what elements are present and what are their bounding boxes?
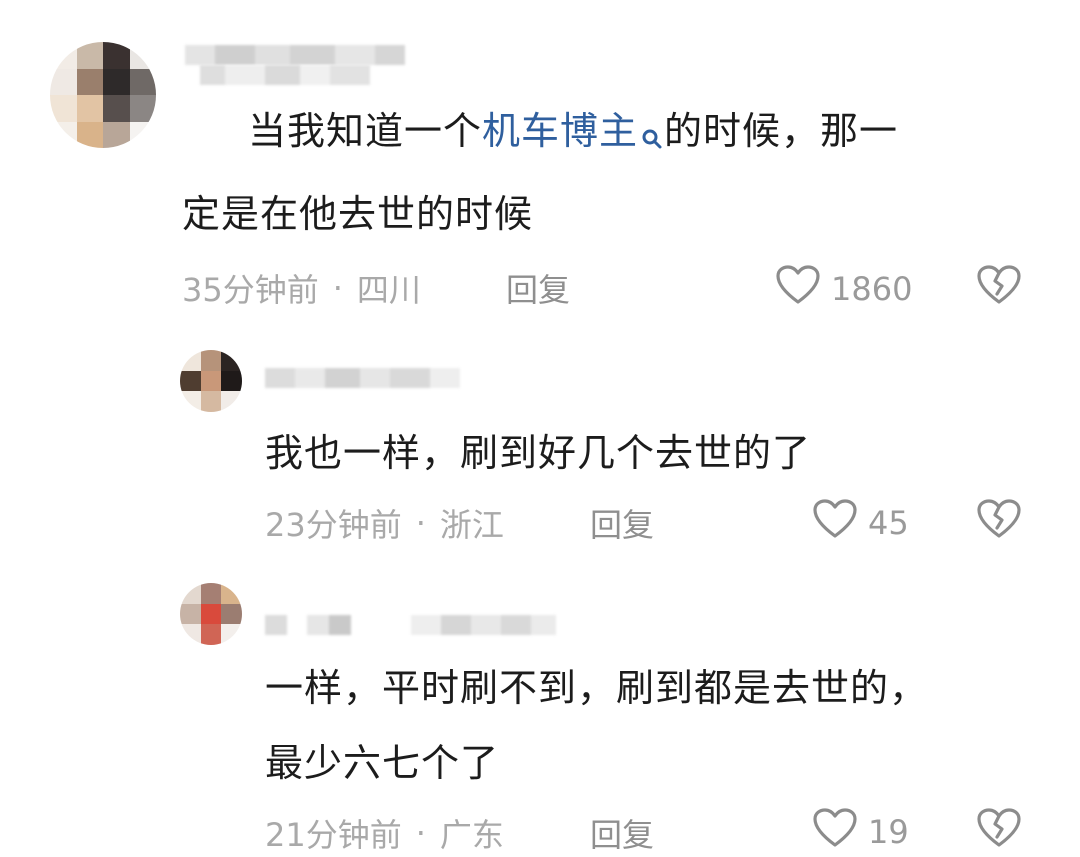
heart-outline-icon <box>812 498 858 548</box>
comment-location: 四川 <box>356 271 421 309</box>
dislike-button[interactable] <box>976 498 1022 544</box>
heart-outline-icon <box>812 807 858 857</box>
comment-text-part: 我也一样，刷到好几个去世的了 <box>265 431 812 475</box>
comment-text: 我也一样，刷到好几个去世的了 <box>265 415 811 491</box>
reply-button[interactable]: 回复 <box>506 265 570 311</box>
comment-item: 当我知道一个机车博主 的时候，那一 定是在他去世的时候 35分钟前 · 四川 回复… <box>0 0 1080 330</box>
separator-dot: · <box>415 504 426 542</box>
comment-location: 广东 <box>439 816 504 854</box>
reply-item: 我也一样，刷到好几个去世的了 23分钟前 · 浙江 回复 45 <box>0 340 1080 560</box>
comment-text-line2: 定是在他去世的时候 <box>182 176 533 252</box>
comment-text: 当我知道一个机车博主 的时候，那一 <box>248 93 898 177</box>
separator-dot: · <box>332 269 343 307</box>
like-button[interactable]: 45 <box>812 498 909 548</box>
search-link[interactable]: 机车博主 <box>482 109 664 153</box>
avatar[interactable] <box>180 583 242 645</box>
comment-time: 35分钟前 <box>182 271 319 309</box>
comment-meta: 35分钟前 · 四川 <box>182 265 421 311</box>
heart-outline-icon <box>775 264 821 314</box>
like-button[interactable]: 1860 <box>775 264 912 314</box>
comment-text-part: 最少六七个了 <box>265 741 500 785</box>
dislike-button[interactable] <box>976 264 1022 310</box>
comment-text-part: 一样，平时刷不到，刷到都是去世的， <box>265 666 929 710</box>
comment-text-part: 定是在他去世的时候 <box>182 192 534 236</box>
separator-dot: · <box>415 814 426 852</box>
avatar[interactable] <box>50 42 156 148</box>
like-button[interactable]: 19 <box>812 807 909 857</box>
dislike-button[interactable] <box>976 807 1022 853</box>
username-blurred[interactable] <box>185 45 405 65</box>
reply-button[interactable]: 回复 <box>590 810 654 856</box>
comment-text-part: 的时候，那一 <box>664 109 899 153</box>
avatar[interactable] <box>180 350 242 412</box>
like-count: 1860 <box>831 270 913 308</box>
comment-text-part: 当我知道一个 <box>248 109 483 153</box>
broken-heart-icon <box>976 499 1022 544</box>
comment-text-line2: 最少六七个了 <box>265 725 499 801</box>
username-blurred[interactable] <box>265 368 460 388</box>
comment-time: 23分钟前 <box>265 506 402 544</box>
like-count: 19 <box>868 813 909 851</box>
reply-button[interactable]: 回复 <box>590 500 654 546</box>
username-blurred[interactable] <box>265 615 556 635</box>
comment-location: 浙江 <box>439 506 504 544</box>
reply-item: 一样，平时刷不到，刷到都是去世的， 最少六七个了 21分钟前 · 广东 回复 1… <box>0 575 1080 854</box>
username-blurred-shadow <box>200 65 370 85</box>
search-icon <box>640 101 664 177</box>
like-count: 45 <box>868 504 909 542</box>
comment-text: 一样，平时刷不到，刷到都是去世的， <box>265 650 928 726</box>
broken-heart-icon <box>976 808 1022 853</box>
search-link-label: 机车博主 <box>482 109 639 153</box>
comment-time: 21分钟前 <box>265 816 402 854</box>
broken-heart-icon <box>976 265 1022 310</box>
comment-meta: 21分钟前 · 广东 <box>265 810 504 856</box>
comment-meta: 23分钟前 · 浙江 <box>265 500 504 546</box>
